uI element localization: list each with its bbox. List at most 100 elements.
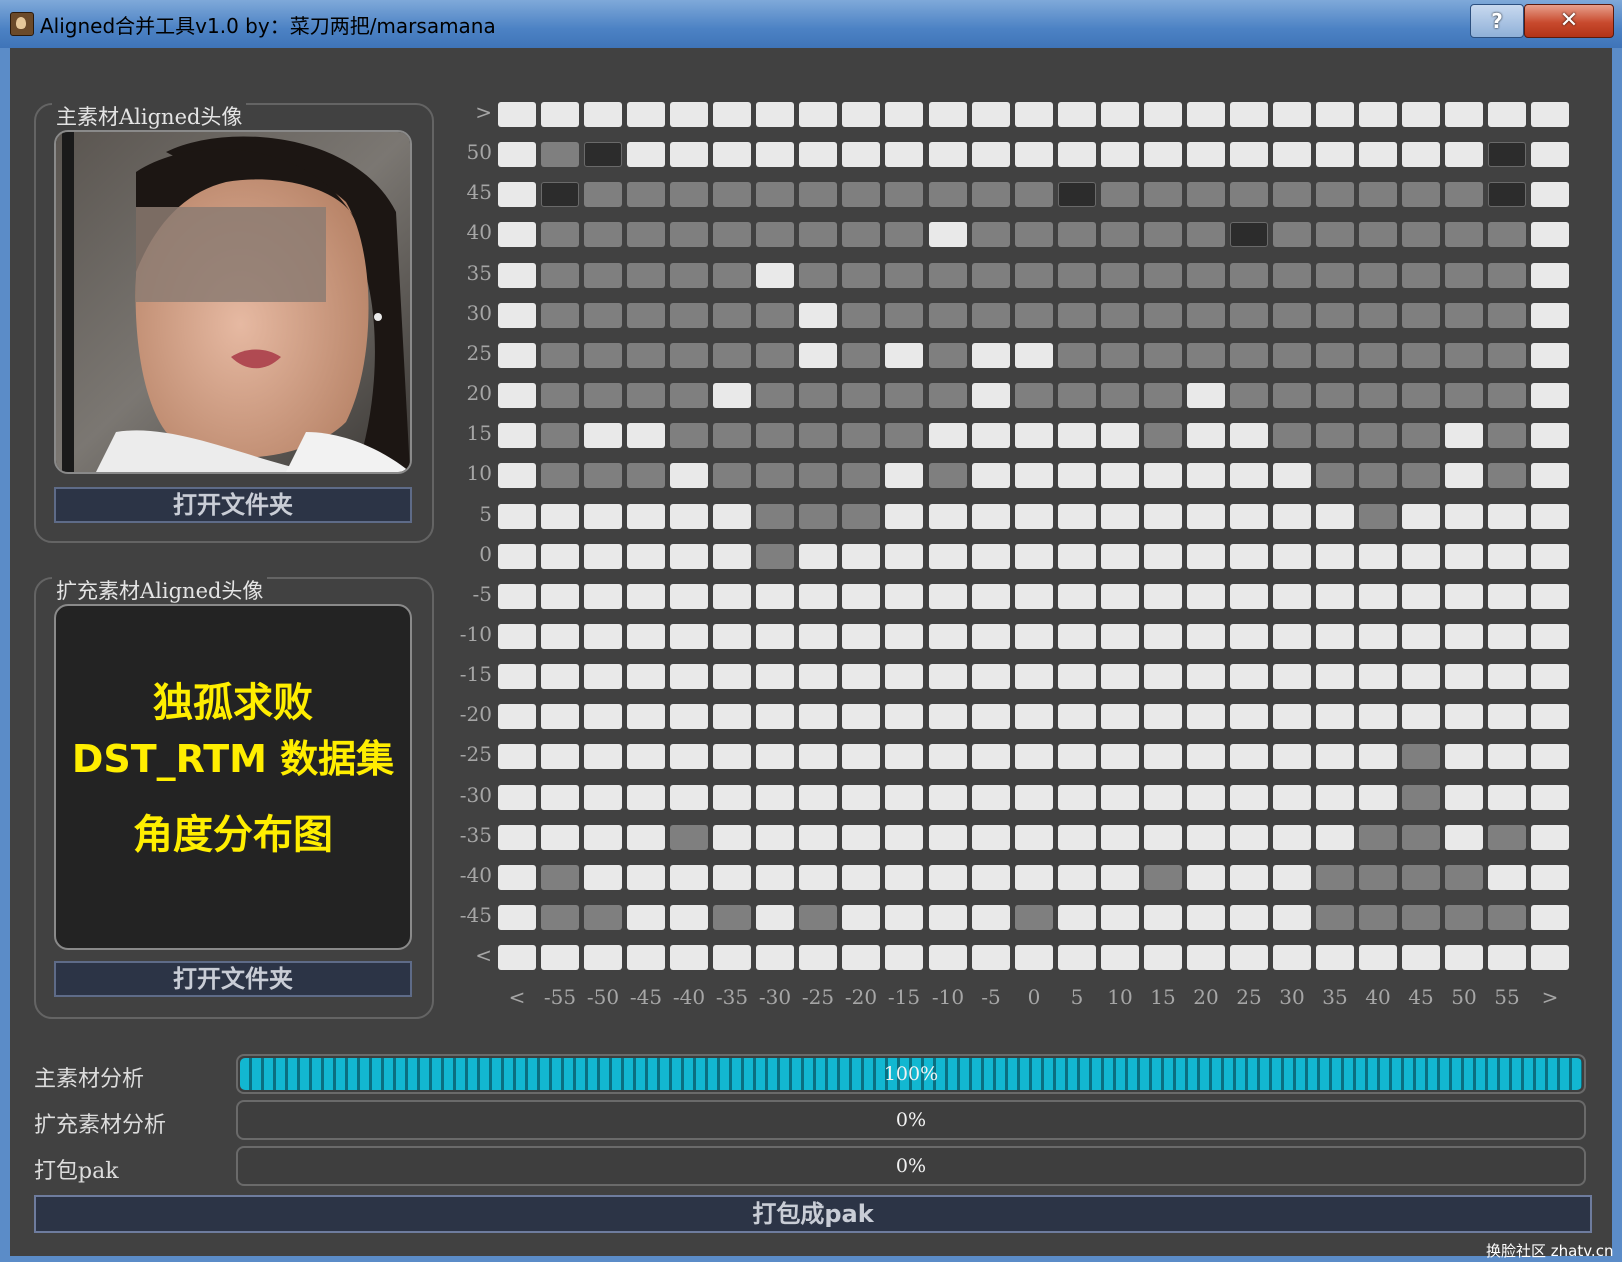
angle-cell: [1531, 343, 1569, 368]
angle-cell: [713, 142, 751, 167]
main-open-folder-button[interactable]: 打开文件夹: [54, 487, 412, 523]
angle-cell: [670, 825, 708, 850]
angle-cell: [1359, 664, 1397, 689]
angle-cell: [1445, 263, 1483, 288]
angle-cell: [584, 263, 622, 288]
angle-cell: [929, 744, 967, 769]
y-axis-label: >: [475, 100, 492, 124]
angle-cell: [1488, 343, 1526, 368]
angle-cell: [842, 584, 880, 609]
angle-cell: [1144, 905, 1182, 930]
angle-cell: [1058, 945, 1096, 970]
angle-cell: [1101, 704, 1139, 729]
x-axis-label: -25: [801, 985, 835, 1009]
y-axis-label: -10: [459, 621, 492, 646]
angle-cell: [756, 905, 794, 930]
angle-cell: [1273, 423, 1311, 448]
angle-cell: [541, 865, 579, 890]
angle-cell: [885, 785, 923, 810]
angle-cell: [670, 504, 708, 529]
angle-cell: [1144, 423, 1182, 448]
angle-cell: [756, 704, 794, 729]
angle-cell: [1230, 182, 1268, 207]
angle-cell: [498, 343, 536, 368]
angle-cell: [799, 905, 837, 930]
help-button[interactable]: ?: [1470, 4, 1524, 38]
angle-cell: [929, 624, 967, 649]
angle-cell: [1144, 504, 1182, 529]
angle-cell: [498, 825, 536, 850]
angle-cell: [799, 624, 837, 649]
angle-cell: [1187, 222, 1225, 247]
angle-cell: [1531, 865, 1569, 890]
angle-cell: [1230, 905, 1268, 930]
angle-cell: [541, 303, 579, 328]
ext-open-folder-button[interactable]: 打开文件夹: [54, 961, 412, 997]
angle-cell: [1488, 102, 1526, 127]
angle-cell: [1187, 423, 1225, 448]
angle-cell: [1316, 785, 1354, 810]
angle-cell: [1187, 102, 1225, 127]
y-axis-label: 50: [466, 140, 492, 165]
angle-cell: [756, 945, 794, 970]
y-axis-label: <: [475, 943, 492, 968]
angle-cell: [929, 825, 967, 850]
angle-cell: [1402, 383, 1440, 408]
angle-cell: [756, 222, 794, 247]
angle-cell: [1531, 584, 1569, 609]
angle-cell: [713, 785, 751, 810]
angle-cell: [713, 263, 751, 288]
angle-cell: [584, 584, 622, 609]
angle-cell: [756, 624, 794, 649]
angle-cell: [842, 744, 880, 769]
angle-cell: [756, 865, 794, 890]
angle-cell: [799, 704, 837, 729]
angle-cell: [756, 504, 794, 529]
angle-cell: [1230, 303, 1268, 328]
angle-cell: [670, 624, 708, 649]
angle-cell: [1316, 945, 1354, 970]
angle-cell: [929, 182, 967, 207]
angle-cell: [799, 865, 837, 890]
angle-cell: [1144, 584, 1182, 609]
angle-cell: [1359, 102, 1397, 127]
angle-cell: [1359, 423, 1397, 448]
angle-cell: [1058, 343, 1096, 368]
angle-cell: [885, 102, 923, 127]
angle-cell: [1187, 905, 1225, 930]
angle-cell: [1316, 182, 1354, 207]
pack-pak-button[interactable]: 打包成pak: [34, 1195, 1592, 1233]
angle-cell: [1445, 142, 1483, 167]
angle-cell: [1402, 785, 1440, 810]
angle-cell: [885, 584, 923, 609]
angle-cell: [627, 102, 665, 127]
angle-cell: [1144, 303, 1182, 328]
angle-cell: [756, 423, 794, 448]
angle-cell: [1359, 744, 1397, 769]
angle-cell: [1144, 785, 1182, 810]
angle-cell: [756, 142, 794, 167]
y-axis-label: 40: [466, 220, 492, 245]
angle-cell: [1402, 664, 1440, 689]
angle-cell: [885, 945, 923, 970]
angle-cell: [929, 945, 967, 970]
angle-cell: [929, 905, 967, 930]
angle-cell: [1101, 504, 1139, 529]
angle-cell: [1316, 544, 1354, 569]
angle-cell: [842, 504, 880, 529]
angle-cell: [1402, 825, 1440, 850]
angle-cell: [1230, 744, 1268, 769]
angle-cell: [972, 383, 1010, 408]
angle-cell: [1531, 142, 1569, 167]
angle-cell: [756, 182, 794, 207]
x-axis-label: 5: [1070, 985, 1084, 1009]
main-analysis-progress-text: 100%: [883, 1063, 939, 1085]
close-button[interactable]: ✕: [1524, 4, 1614, 38]
angle-cell: [627, 825, 665, 850]
angle-cell: [885, 624, 923, 649]
angle-cell: [972, 463, 1010, 488]
angle-cell: [1015, 865, 1053, 890]
angle-cell: [1058, 383, 1096, 408]
x-axis-label: -55: [543, 985, 577, 1009]
angle-cell: [1230, 102, 1268, 127]
